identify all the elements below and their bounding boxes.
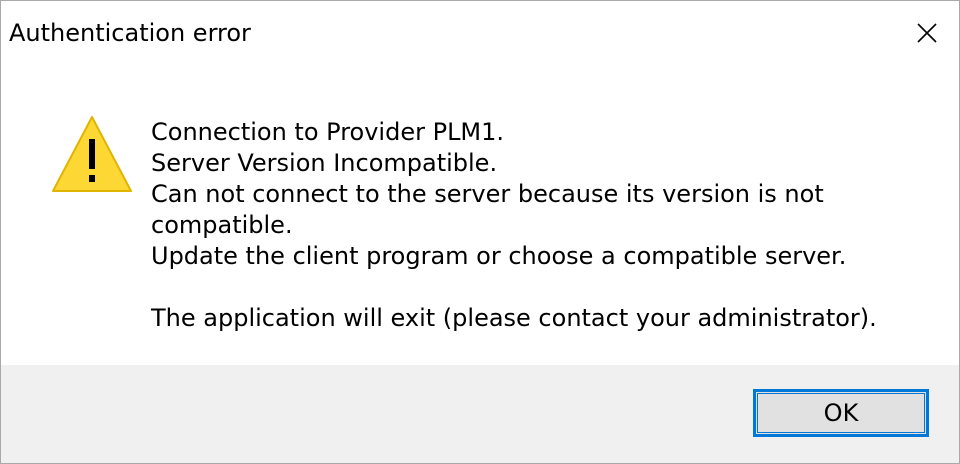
dialog-window: Authentication error Connection to Provi… <box>0 0 960 464</box>
message-area: Connection to Provider PLM1. Server Vers… <box>1 65 959 365</box>
close-button[interactable] <box>907 13 947 53</box>
message-line: Update the client program or choose a co… <box>151 242 847 270</box>
warning-icon <box>52 116 132 192</box>
focus-ring <box>757 393 925 433</box>
message-line: compatible. <box>151 211 293 239</box>
message-line: Server Version Incompatible. <box>151 149 498 177</box>
title-bar[interactable]: Authentication error <box>1 1 959 65</box>
dialog-title: Authentication error <box>9 19 251 47</box>
ok-button[interactable]: OK <box>753 389 929 437</box>
close-icon <box>917 23 937 43</box>
button-bar: OK <box>1 365 959 463</box>
message-text: Connection to Provider PLM1. Server Vers… <box>151 117 877 334</box>
message-line: Can not connect to the server because it… <box>151 180 824 208</box>
message-line: The application will exit (please contac… <box>151 304 877 332</box>
message-line: Connection to Provider PLM1. <box>151 118 505 146</box>
